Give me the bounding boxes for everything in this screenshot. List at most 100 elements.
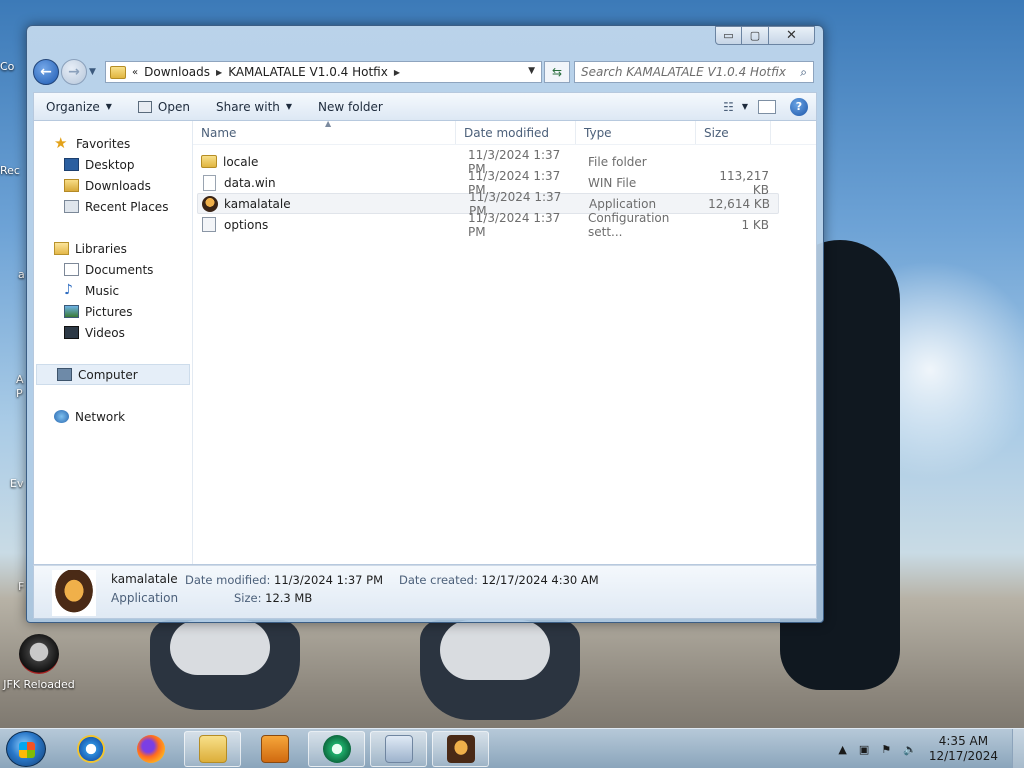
minimize-button[interactable]: ▭ bbox=[715, 26, 742, 45]
breadcrumb-separator-icon[interactable]: ▶ bbox=[394, 68, 400, 77]
show-hidden-icons-icon[interactable]: ▲ bbox=[838, 743, 846, 756]
show-desktop-button[interactable] bbox=[1012, 729, 1024, 768]
file-type: Application bbox=[589, 196, 657, 211]
taskbar-setup[interactable] bbox=[370, 731, 427, 767]
maximize-icon: ▢ bbox=[749, 29, 761, 42]
breadcrumb-current-folder[interactable]: KAMALATALE V1.0.4 Hotfix bbox=[228, 65, 388, 79]
setup-disc-icon bbox=[384, 735, 413, 763]
command-bar: Organize ▼ Open Share with ▼ New folder … bbox=[33, 92, 817, 120]
view-options-icon[interactable]: ☷ bbox=[723, 100, 734, 114]
details-pane: kamalatale Application Date modified: 11… bbox=[33, 565, 817, 619]
nav-item-downloads[interactable]: Downloads bbox=[34, 175, 192, 196]
nav-item-recent-places[interactable]: Recent Places bbox=[34, 196, 192, 217]
share-with-button[interactable]: Share with ▼ bbox=[204, 100, 306, 114]
details-file-name: kamalatale bbox=[111, 572, 178, 586]
taskbar-kamalatale[interactable] bbox=[432, 731, 489, 767]
media-player-icon bbox=[260, 735, 289, 763]
file-type: WIN File bbox=[588, 175, 637, 190]
details-size: Size: 12.3 MB bbox=[234, 591, 312, 605]
file-list[interactable]: ▲ Name Date modified Type Size locale 11… bbox=[193, 119, 816, 564]
column-headers: ▲ Name Date modified Type Size bbox=[193, 119, 816, 145]
navigation-bar: ← → ▼ « Downloads ▶ KAMALATALE V1.0.4 Ho… bbox=[33, 58, 817, 86]
nav-label: Pictures bbox=[85, 304, 133, 319]
search-input[interactable]: Search KAMALATALE V1.0.4 Hotfix ⌕ bbox=[574, 61, 814, 83]
file-name: kamalatale bbox=[224, 196, 291, 211]
address-bar[interactable]: « Downloads ▶ KAMALATALE V1.0.4 Hotfix ▶… bbox=[105, 61, 542, 83]
back-button[interactable]: ← bbox=[33, 59, 59, 85]
desktop-icon-jfk-reloaded[interactable]: JFK Reloaded bbox=[2, 634, 76, 691]
help-icon[interactable]: ? bbox=[790, 97, 808, 116]
address-dropdown-icon[interactable]: ▼ bbox=[528, 66, 535, 76]
close-button[interactable]: ✕ bbox=[769, 26, 815, 45]
star-icon: ★ bbox=[54, 134, 68, 152]
nav-item-network[interactable]: Network bbox=[34, 406, 192, 427]
nav-item-music[interactable]: ♪ Music bbox=[34, 280, 192, 301]
folder-icon bbox=[201, 155, 217, 168]
desktop-icon-label: JFK Reloaded bbox=[3, 678, 75, 691]
file-type: File folder bbox=[588, 154, 647, 169]
open-button[interactable]: Open bbox=[126, 100, 204, 114]
refresh-icon: ⇆ bbox=[551, 65, 563, 79]
action-center-flag-icon[interactable]: ⚑ bbox=[881, 743, 891, 756]
preview-pane-icon[interactable] bbox=[758, 99, 776, 114]
config-icon bbox=[202, 217, 216, 232]
videos-icon bbox=[64, 326, 79, 339]
refresh-button[interactable]: ⇆ bbox=[544, 61, 570, 83]
breadcrumb-separator-icon[interactable]: ▶ bbox=[216, 68, 222, 77]
downloads-folder-icon bbox=[64, 179, 79, 192]
taskbar-media-player[interactable] bbox=[246, 731, 303, 767]
internet-explorer-icon bbox=[76, 735, 105, 763]
taskbar-windows-explorer[interactable] bbox=[184, 731, 241, 767]
app-thumbnail-icon bbox=[52, 570, 96, 616]
nav-item-videos[interactable]: Videos bbox=[34, 322, 192, 343]
windows-logo-icon bbox=[19, 742, 35, 758]
nav-item-favorites[interactable]: ★ Favorites bbox=[34, 133, 192, 154]
overflow-chevron-icon[interactable]: « bbox=[132, 67, 138, 78]
network-status-icon[interactable]: ▣ bbox=[859, 743, 869, 756]
nav-item-libraries[interactable]: Libraries bbox=[34, 238, 192, 259]
nav-label: Computer bbox=[78, 367, 138, 382]
nav-item-pictures[interactable]: Pictures bbox=[34, 301, 192, 322]
column-header-size[interactable]: Size bbox=[696, 121, 771, 144]
clock[interactable]: 4:35 AM 12/17/2024 bbox=[929, 734, 998, 764]
details-label: Size: bbox=[234, 591, 262, 605]
search-icon[interactable]: ⌕ bbox=[800, 65, 807, 80]
column-header-date-modified[interactable]: Date modified bbox=[456, 121, 576, 144]
organize-button[interactable]: Organize ▼ bbox=[34, 100, 126, 114]
explorer-window[interactable]: ▭ ▢ ✕ ← → ▼ « Downloads ▶ KAMALATALE V1.… bbox=[26, 25, 824, 623]
maximize-button[interactable]: ▢ bbox=[742, 26, 769, 45]
nav-item-desktop[interactable]: Desktop bbox=[34, 154, 192, 175]
clock-date: 12/17/2024 bbox=[928, 749, 998, 763]
file-type: Configuration sett... bbox=[588, 210, 670, 239]
file-row-options[interactable]: options 11/3/2024 1:37 PM Configuration … bbox=[197, 211, 779, 239]
clock-time: 4:35 AM bbox=[938, 734, 989, 748]
column-header-type[interactable]: Type bbox=[576, 121, 696, 144]
share-with-label: Share with bbox=[215, 99, 280, 114]
file-size: 113,217 KB bbox=[719, 168, 769, 197]
details-value: 12.3 MB bbox=[265, 591, 313, 605]
taskbar-app-green[interactable] bbox=[308, 731, 365, 767]
nav-item-computer[interactable]: Computer bbox=[36, 364, 190, 385]
nav-label: Documents bbox=[85, 262, 154, 277]
new-folder-button[interactable]: New folder bbox=[306, 100, 397, 114]
desktop-icon-partial-label[interactable]: Co bbox=[0, 60, 24, 73]
jfk-reloaded-icon bbox=[19, 634, 59, 674]
forward-button[interactable]: → bbox=[61, 59, 87, 85]
volume-icon[interactable]: 🔈 bbox=[903, 743, 917, 756]
network-icon bbox=[54, 410, 69, 423]
details-date-modified: Date modified: 11/3/2024 1:37 PM bbox=[185, 573, 383, 587]
taskbar: ▲ ▣ ⚑ 🔈 4:35 AM 12/17/2024 bbox=[0, 728, 1024, 768]
details-value: 11/3/2024 1:37 PM bbox=[274, 573, 383, 587]
breadcrumb-downloads[interactable]: Downloads bbox=[144, 65, 210, 79]
taskbar-firefox[interactable] bbox=[122, 731, 179, 767]
recent-pages-dropdown[interactable]: ▼ bbox=[89, 67, 101, 77]
nav-label: Network bbox=[75, 409, 126, 424]
chat-app-icon bbox=[322, 735, 351, 763]
app-icon bbox=[202, 195, 218, 212]
view-dropdown-icon[interactable]: ▼ bbox=[742, 102, 748, 111]
desktop-icon-partial-label[interactable]: Rec bbox=[0, 164, 24, 177]
nav-label: Downloads bbox=[85, 178, 151, 193]
taskbar-internet-explorer[interactable] bbox=[62, 731, 119, 767]
nav-item-documents[interactable]: Documents bbox=[34, 259, 192, 280]
start-button[interactable] bbox=[6, 731, 46, 767]
